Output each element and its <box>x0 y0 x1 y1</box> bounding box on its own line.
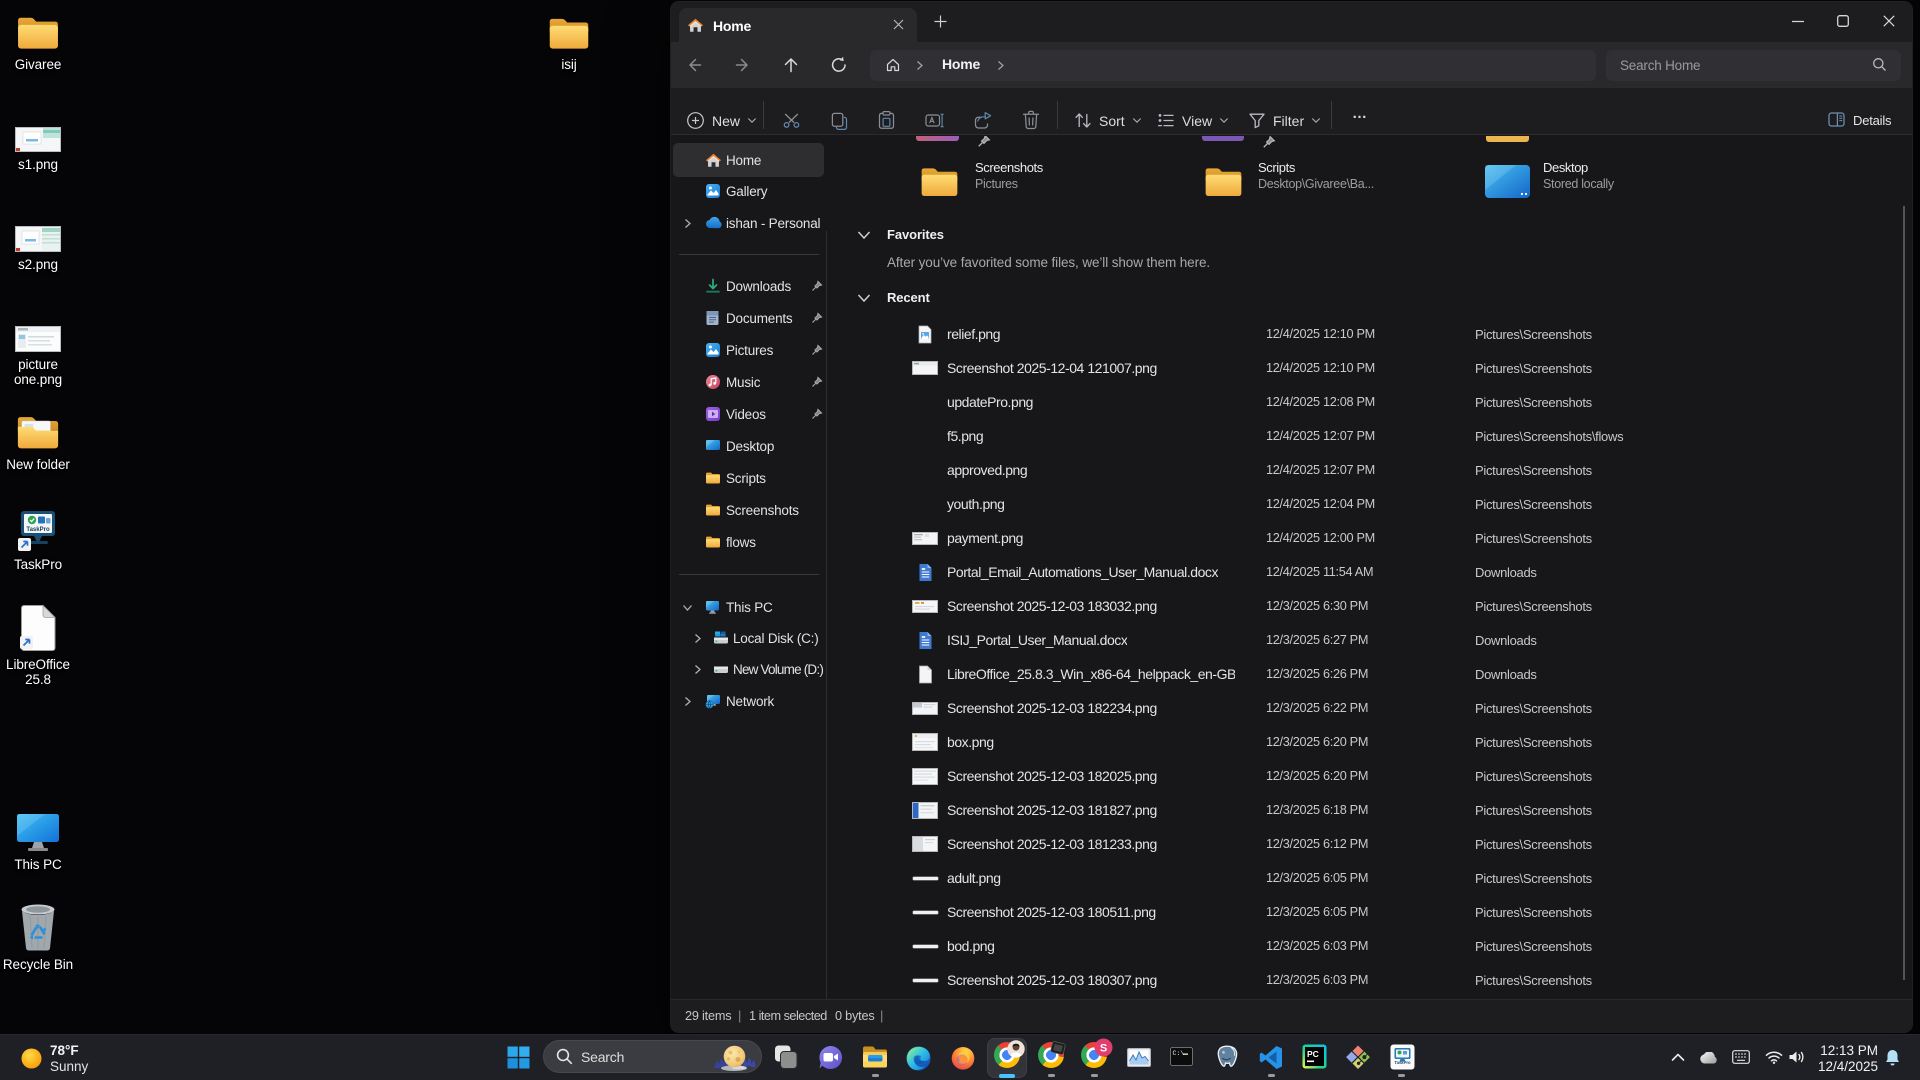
svg-text:S: S <box>1100 1043 1107 1055</box>
svg-text:TaskPro: TaskPro <box>26 527 50 533</box>
svg-text:C:\: C:\ <box>1173 1050 1185 1057</box>
svg-text:PC: PC <box>1307 1049 1319 1059</box>
